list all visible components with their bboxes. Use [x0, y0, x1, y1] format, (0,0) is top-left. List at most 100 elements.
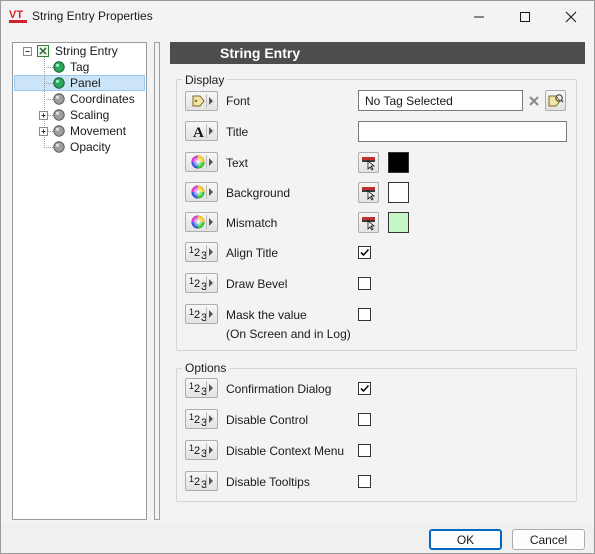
- chevron-right-icon: [209, 97, 213, 105]
- title-font-button[interactable]: A: [185, 121, 218, 141]
- align-title-checkbox[interactable]: [358, 246, 371, 259]
- tag-browse-icon: [548, 94, 564, 107]
- background-color-button[interactable]: [185, 182, 218, 202]
- tree-item-scaling[interactable]: Scaling: [70, 107, 109, 123]
- color-wheel-icon: [191, 185, 205, 199]
- text-color-button[interactable]: [185, 152, 218, 172]
- panel-node-icon: [53, 77, 65, 89]
- tree-root-label[interactable]: String Entry: [55, 43, 118, 59]
- tree-item-coordinates[interactable]: Coordinates: [70, 91, 135, 107]
- disable-context-menu-checkbox[interactable]: [358, 444, 371, 457]
- svg-text:2: 2: [194, 383, 200, 395]
- mismatch-color-picker-button[interactable]: [358, 212, 379, 233]
- background-color-picker-button[interactable]: [358, 182, 379, 203]
- svg-text:2: 2: [194, 476, 200, 488]
- chevron-right-icon: [209, 477, 213, 485]
- tag-icon: [192, 95, 205, 107]
- chevron-right-icon: [209, 310, 213, 318]
- svg-text:2: 2: [194, 445, 200, 457]
- font-label: Font: [226, 94, 251, 108]
- tree-item-movement[interactable]: Movement: [70, 123, 126, 139]
- window-title: String Entry Properties: [32, 9, 153, 23]
- font-tag-button[interactable]: [185, 91, 218, 111]
- ok-button[interactable]: OK: [429, 529, 502, 550]
- disable-context-menu-label: Disable Context Menu: [226, 444, 345, 458]
- minimize-button[interactable]: [456, 1, 502, 32]
- display-group-title: Display: [182, 73, 228, 87]
- close-icon: [565, 11, 577, 22]
- title-input[interactable]: [358, 121, 567, 142]
- button-bar: [1, 524, 594, 553]
- vtscada-logo-icon: VT: [9, 9, 27, 23]
- confirmation-dialog-checkbox[interactable]: [358, 382, 371, 395]
- color-picker-icon: [362, 217, 376, 231]
- clear-tag-icon[interactable]: [527, 94, 541, 108]
- font-icon: A: [193, 125, 204, 139]
- numeric-123-icon: 1 2 3: [189, 245, 207, 260]
- chevron-right-icon: [209, 188, 213, 196]
- panel-splitter[interactable]: [154, 42, 160, 520]
- disable-tooltips-checkbox[interactable]: [358, 475, 371, 488]
- draw-bevel-checkbox[interactable]: [358, 277, 371, 290]
- browse-tag-button[interactable]: [545, 90, 566, 111]
- text-color-label: Text: [226, 156, 249, 170]
- numeric-123-icon: 1 2 3: [189, 412, 207, 427]
- chevron-right-icon: [209, 218, 213, 226]
- close-button[interactable]: [548, 1, 594, 32]
- color-picker-icon: [362, 157, 376, 171]
- align-title-label: Align Title: [226, 246, 279, 260]
- properties-dialog: VT String Entry Properties String Entry …: [0, 0, 595, 554]
- confirmation-dialog-label: Confirmation Dialog: [226, 382, 332, 396]
- cancel-button[interactable]: Cancel: [512, 529, 585, 550]
- tree-item-tag[interactable]: Tag: [70, 59, 89, 75]
- button-separator: [206, 245, 207, 259]
- button-separator: [206, 185, 207, 199]
- mask-value-sublabel: (On Screen and in Log): [226, 327, 351, 341]
- property-tree: String Entry Tag Panel Coordinates Scali…: [12, 42, 147, 520]
- svg-text:2: 2: [194, 247, 200, 259]
- numeric-123-icon: 1 2 3: [189, 307, 207, 322]
- draw-bevel-button[interactable]: 1 2 3: [185, 273, 218, 293]
- text-color-swatch[interactable]: [388, 152, 409, 173]
- svg-text:VT: VT: [9, 9, 23, 21]
- maximize-button[interactable]: [502, 1, 548, 32]
- chevron-right-icon: [209, 384, 213, 392]
- mask-value-button[interactable]: 1 2 3: [185, 304, 218, 324]
- svg-text:2: 2: [194, 278, 200, 290]
- disable-control-label: Disable Control: [226, 413, 309, 427]
- disable-tooltips-button[interactable]: 1 2 3: [185, 471, 218, 491]
- button-separator: [206, 124, 207, 138]
- color-picker-icon: [362, 187, 376, 201]
- tag-field-value: No Tag Selected: [365, 94, 453, 108]
- tree-item-panel[interactable]: Panel: [70, 75, 101, 91]
- mismatch-color-swatch[interactable]: [388, 212, 409, 233]
- color-wheel-icon: [191, 155, 205, 169]
- button-separator: [206, 412, 207, 426]
- button-separator: [206, 94, 207, 108]
- disable-context-menu-button[interactable]: 1 2 3: [185, 440, 218, 460]
- disable-control-checkbox[interactable]: [358, 413, 371, 426]
- confirmation-dialog-button[interactable]: 1 2 3: [185, 378, 218, 398]
- scaling-node-icon: [53, 109, 65, 121]
- page-header: String Entry: [170, 42, 585, 64]
- opacity-node-icon: [53, 141, 65, 153]
- mismatch-color-button[interactable]: [185, 212, 218, 232]
- draw-bevel-label: Draw Bevel: [226, 277, 288, 291]
- color-wheel-icon: [191, 215, 205, 229]
- text-color-picker-button[interactable]: [358, 152, 379, 173]
- tag-node-icon: [53, 61, 65, 73]
- tag-field[interactable]: No Tag Selected: [358, 90, 523, 111]
- numeric-123-icon: 1 2 3: [189, 381, 207, 396]
- button-separator: [206, 443, 207, 457]
- chevron-right-icon: [209, 158, 213, 166]
- chevron-right-icon: [209, 415, 213, 423]
- mask-value-checkbox[interactable]: [358, 308, 371, 321]
- background-color-swatch[interactable]: [388, 182, 409, 203]
- maximize-icon: [520, 11, 530, 22]
- svg-text:A: A: [193, 125, 204, 139]
- mask-value-label: Mask the value: [226, 308, 307, 322]
- coordinates-node-icon: [53, 93, 65, 105]
- align-title-button[interactable]: 1 2 3: [185, 242, 218, 262]
- tree-item-opacity[interactable]: Opacity: [70, 139, 111, 155]
- disable-control-button[interactable]: 1 2 3: [185, 409, 218, 429]
